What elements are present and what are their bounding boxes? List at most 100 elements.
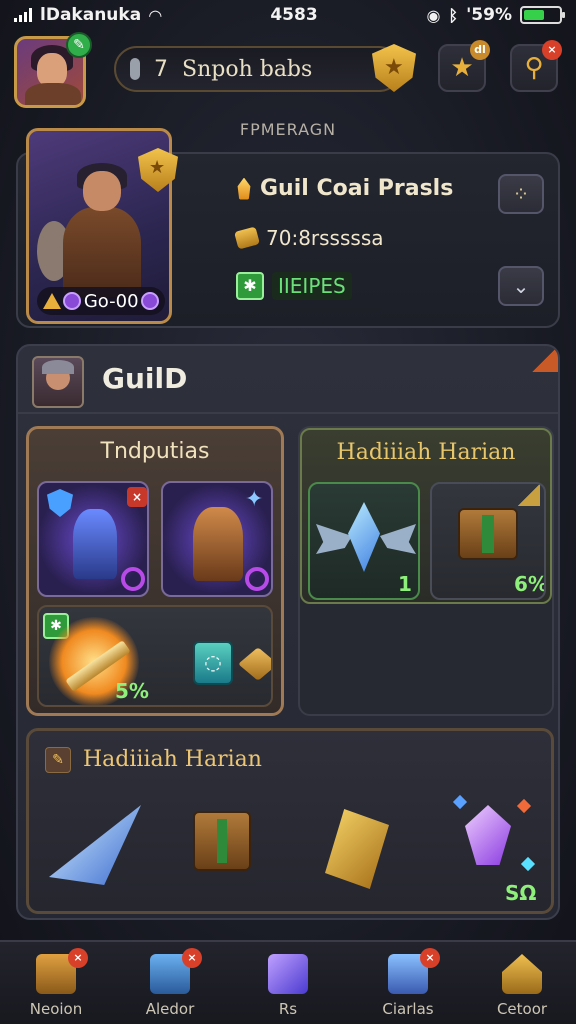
nav-badge-4: × xyxy=(420,948,440,968)
gold-cube-icon xyxy=(238,647,271,681)
hero-figure xyxy=(37,163,145,301)
wifi-icon: ◠ xyxy=(149,5,162,25)
profile-subtitle-row: 70:8rsssssa xyxy=(234,226,384,250)
profile-subtitle: 70:8rsssssa xyxy=(266,226,384,250)
star-icon: ★ xyxy=(450,53,474,83)
blue-crystal-icon xyxy=(348,502,380,572)
expand-button[interactable]: ⌄ xyxy=(498,266,544,306)
guild-title: GuilD xyxy=(102,362,188,395)
guild-header: GuilD xyxy=(18,346,558,414)
chevron-down-icon: ⌄ xyxy=(512,274,530,298)
favorites-button[interactable]: ★ dl xyxy=(438,40,490,92)
clock: 4583 xyxy=(270,5,318,25)
purple-gem-icon[interactable] xyxy=(465,805,511,865)
spark-icon-2 xyxy=(516,798,532,814)
profile-title: Guil Coai Prasls xyxy=(260,176,454,201)
mech-hero-figure xyxy=(73,509,117,579)
nav-item-3[interactable]: Rs xyxy=(240,948,336,1022)
nav-item-1[interactable]: × Neoion xyxy=(8,948,104,1022)
level-up-icon: ✎ xyxy=(66,32,92,58)
chest-tile[interactable]: 6% xyxy=(430,482,546,600)
search-badge: × xyxy=(542,40,562,60)
battery-icon xyxy=(519,6,565,24)
pin-icon xyxy=(130,58,140,80)
spark-icon xyxy=(452,794,468,810)
card-a-title: Tndputias xyxy=(100,439,210,464)
close-badge-icon: × xyxy=(127,487,147,507)
top-bar: ✎ 7 Snpoh babs ★ ★ dl ⚲ × xyxy=(14,32,562,108)
orb-icon xyxy=(63,292,82,310)
blue-blade-icon[interactable] xyxy=(49,805,141,885)
favorites-badge: dl xyxy=(470,40,490,60)
reward-tile[interactable]: ✱ 5% ◌ xyxy=(37,605,273,707)
search-text: Snpoh babs xyxy=(182,56,313,82)
orb-ring-icon xyxy=(121,567,145,591)
wing-left-icon xyxy=(316,524,352,554)
card-b-title: Hadiiiah Harian xyxy=(336,440,516,465)
crystal-tile[interactable]: 1 xyxy=(308,482,420,600)
options-button[interactable]: ⁘ xyxy=(498,174,544,214)
profile-tag: IIEIPES xyxy=(272,272,352,300)
hero-tile-1[interactable]: × xyxy=(37,481,149,597)
guild-card-daily-reward[interactable]: Hadiiiah Harian 1 6% xyxy=(298,426,554,716)
corner-ribbon-icon xyxy=(518,484,540,506)
sparkle-icon: ✦ xyxy=(245,487,264,512)
nav-item-5[interactable]: Cetoor xyxy=(474,948,570,1022)
hero-level-bar: Go-00 xyxy=(37,287,165,315)
wing-right-icon xyxy=(380,524,416,554)
nav-item-2[interactable]: × Aledor xyxy=(122,948,218,1022)
blue-shield-icon xyxy=(47,489,73,517)
status-bar: lDakanuka ◠ 4583 ◉ ᛒ '59% xyxy=(0,0,576,30)
guild-panel: GuilD Tndputias × ✦ ✱ 5% ◌ Hadiiiah Hari… xyxy=(16,344,560,920)
nav-label-3: Rs xyxy=(278,1000,298,1018)
hero-profile-card: Go-00 Guil Coai Prasls 70:8rsssssa ✱ IIE… xyxy=(16,128,560,328)
card-c-count: SΩ xyxy=(505,881,537,905)
card-b-count-2: 6% xyxy=(514,572,546,596)
home-icon xyxy=(502,954,542,994)
carrier-name: lDakanuka xyxy=(40,5,142,25)
profile-title-row: Guil Coai Prasls xyxy=(236,176,453,201)
nav-badge-1: × xyxy=(68,948,88,968)
search-button[interactable]: ⚲ × xyxy=(510,40,562,92)
quill-icon: ✎ xyxy=(45,747,71,773)
gift-chest-icon[interactable] xyxy=(193,811,251,871)
nav-badge-2: × xyxy=(182,948,202,968)
hero-level: Go-00 xyxy=(83,290,139,312)
nav-label-2: Aledor xyxy=(145,1000,195,1018)
boost-icon: ✱ xyxy=(236,272,264,300)
nav-label-5: Cetoor xyxy=(496,1000,548,1018)
search-bar[interactable]: 7 Snpoh babs xyxy=(114,46,402,92)
chest-icon xyxy=(458,508,518,560)
corner-flag-icon xyxy=(532,346,558,372)
bottom-nav: × Neoion × Aledor Rs × Ciarlas Cetoor xyxy=(0,940,576,1024)
profile-tag-row: ✱ IIEIPES xyxy=(236,272,352,300)
coin-icon xyxy=(234,226,260,250)
nav-label-4: Ciarlas xyxy=(382,1000,434,1018)
nav-label-1: Neoion xyxy=(29,1000,83,1018)
gold-leaf-icon[interactable] xyxy=(325,809,389,889)
dots-icon: ⁘ xyxy=(512,182,530,206)
guild-card-quests[interactable]: Tndputias × ✦ ✱ 5% ◌ xyxy=(26,426,284,716)
rank-icon xyxy=(43,293,61,309)
nav-item-4[interactable]: × Ciarlas xyxy=(360,948,456,1022)
orb-ring-icon-2 xyxy=(245,567,269,591)
battery-level xyxy=(523,10,545,20)
battery-percent: '59% xyxy=(466,5,512,25)
guild-emblem-icon[interactable] xyxy=(32,356,84,408)
orb-icon-2 xyxy=(140,292,159,310)
signal-icon xyxy=(14,8,32,22)
bluetooth-icon: ᛒ xyxy=(448,5,459,25)
crystal-cube-icon xyxy=(268,954,308,994)
daily-reward-strip[interactable]: ✎ Hadiiiah Harian SΩ xyxy=(26,728,554,914)
alarm-icon: ◉ xyxy=(426,5,441,25)
search-icon: ⚲ xyxy=(524,53,544,83)
token-icon: ◌ xyxy=(193,641,233,685)
spark-icon-3 xyxy=(520,856,536,872)
warrior-hero-figure xyxy=(193,507,243,581)
hero-tile-2[interactable]: ✦ xyxy=(161,481,273,597)
card-c-title: Hadiiiah Harian xyxy=(83,747,262,772)
card-a-bonus: 5% xyxy=(115,679,149,703)
card-b-count-1: 1 xyxy=(398,572,412,596)
card-b-header: Hadiiiah Harian 1 6% xyxy=(300,428,552,604)
flame-icon xyxy=(237,177,251,200)
